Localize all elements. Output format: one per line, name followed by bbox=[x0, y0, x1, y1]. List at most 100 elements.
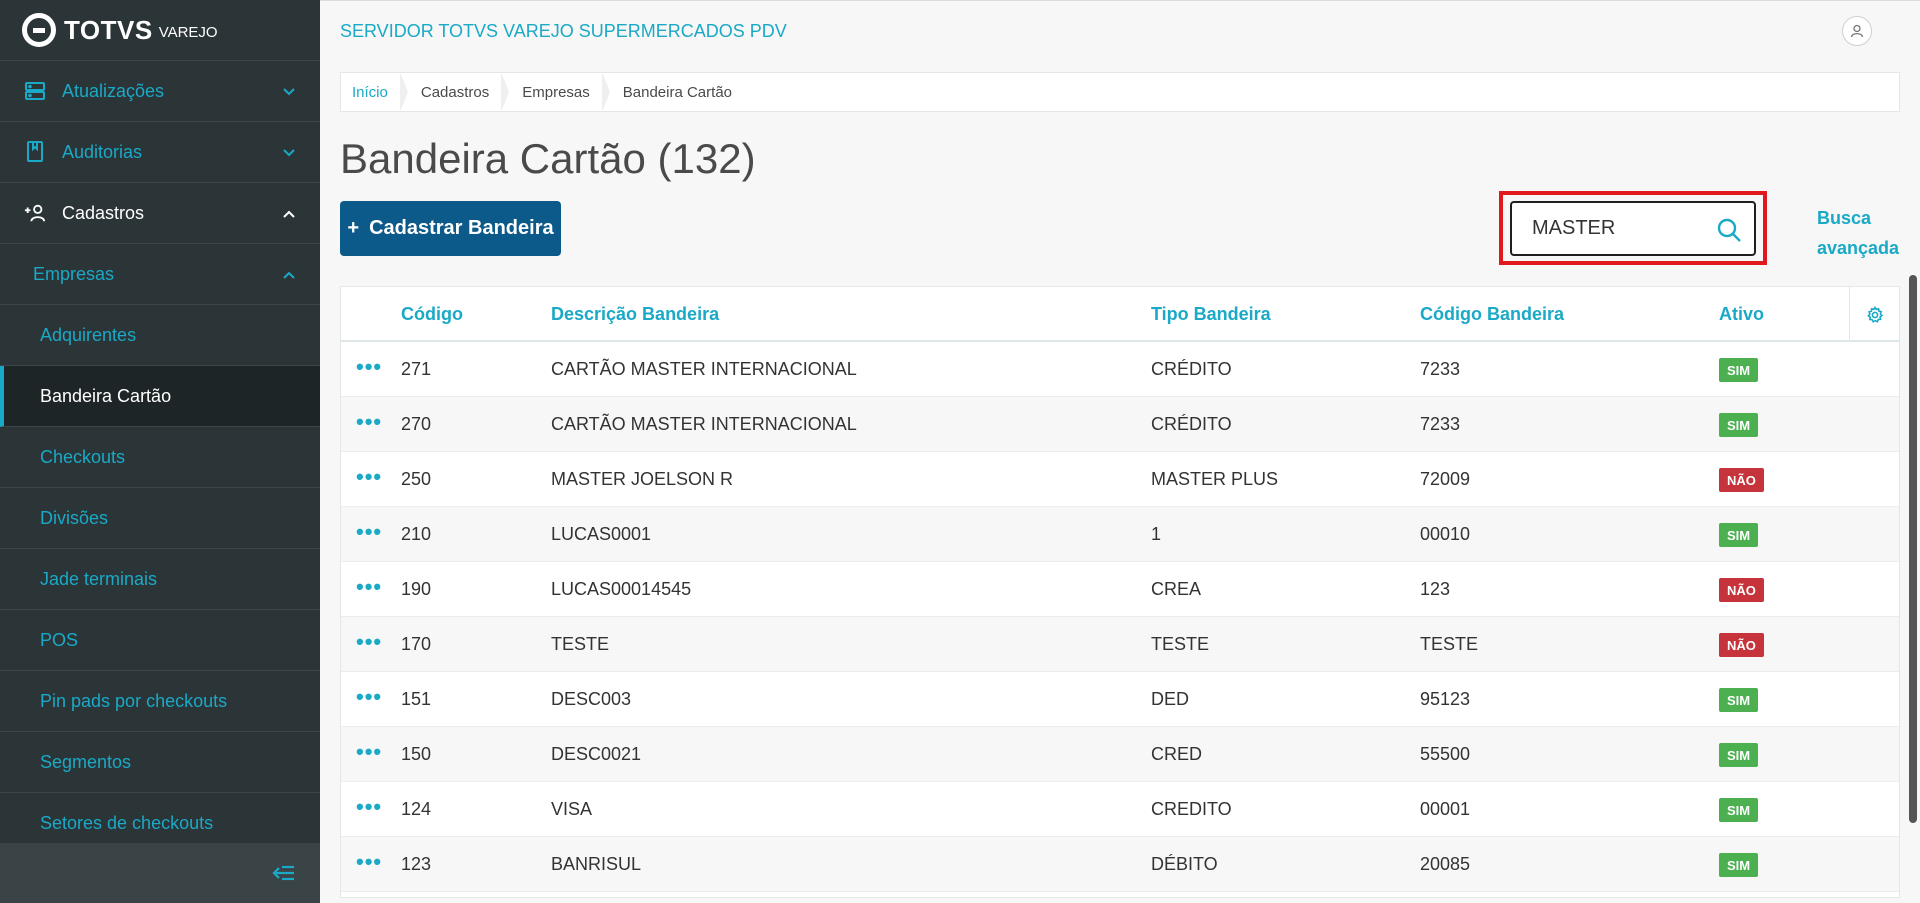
sidebar-item-bandeira-cartao[interactable]: Bandeira Cartão bbox=[0, 366, 320, 427]
server-icon bbox=[24, 80, 46, 102]
breadcrumb-cadastros: Cadastros bbox=[410, 72, 511, 112]
sidebar-item-atualizacoes[interactable]: Atualizações bbox=[0, 61, 320, 122]
column-header-codigo-bandeira[interactable]: Código Bandeira bbox=[1420, 304, 1564, 325]
breadcrumb-inicio[interactable]: Início bbox=[341, 72, 410, 112]
chevron-up-icon bbox=[283, 210, 295, 218]
sidebar-item-auditorias[interactable]: Auditorias bbox=[0, 122, 320, 183]
sidebar-item-cadastros[interactable]: Cadastros bbox=[0, 183, 320, 244]
row-actions-icon[interactable]: ••• bbox=[356, 519, 382, 545]
scrollbar[interactable] bbox=[1909, 275, 1917, 823]
table-row[interactable]: ••• 150 DESC0021 CRED 55500 SIM bbox=[341, 727, 1899, 782]
brand-sub: VAREJO bbox=[158, 23, 218, 41]
cell-codigo: 151 bbox=[401, 689, 432, 709]
cell-tipo: TESTE bbox=[1151, 634, 1210, 654]
search-input[interactable] bbox=[1532, 217, 1722, 240]
cell-tipo: DED bbox=[1151, 689, 1190, 709]
cell-descricao: VISA bbox=[551, 799, 593, 819]
table-settings-button[interactable] bbox=[1849, 287, 1899, 342]
sidebar-item-empresas[interactable]: Empresas bbox=[0, 244, 320, 305]
status-badge: SIM bbox=[1719, 413, 1759, 437]
totvs-logo-icon bbox=[22, 13, 56, 47]
sidebar-item-label: Checkouts bbox=[40, 446, 126, 467]
sidebar-item-label: Empresas bbox=[33, 263, 115, 284]
table-row[interactable]: ••• 151 DESC003 DED 95123 SIM bbox=[341, 672, 1899, 727]
table-row[interactable]: ••• 210 LUCAS0001 1 00010 SIM bbox=[341, 507, 1899, 562]
sidebar-footer bbox=[0, 843, 320, 903]
cell-codigo: 124 bbox=[401, 799, 432, 819]
row-actions-icon[interactable]: ••• bbox=[356, 739, 382, 765]
table-row[interactable]: ••• 271 CARTÃO MASTER INTERNACIONAL CRÉDITO… bbox=[341, 342, 1899, 397]
sidebar-item-label: Divisões bbox=[40, 507, 109, 528]
page-title: Bandeira Cartão (132) bbox=[340, 135, 756, 182]
row-actions-icon[interactable]: ••• bbox=[356, 464, 382, 490]
sidebar-item-label: POS bbox=[40, 629, 79, 650]
row-actions-icon[interactable]: ••• bbox=[356, 409, 382, 435]
row-actions-icon[interactable]: ••• bbox=[356, 354, 382, 380]
sidebar-item-label: Jade terminais bbox=[40, 568, 158, 589]
table-row[interactable]: ••• 270 CARTÃO MASTER INTERNACIONAL CRÉDITO… bbox=[341, 397, 1899, 452]
sidebar-item-label: Cadastros bbox=[62, 202, 145, 223]
logo: TOTVS VAREJO bbox=[0, 0, 320, 61]
sidebar: TOTVS VAREJO Atualizações Auditorias Cad… bbox=[0, 0, 320, 903]
row-actions-icon[interactable]: ••• bbox=[356, 794, 382, 820]
row-actions-icon[interactable]: ••• bbox=[356, 629, 382, 655]
add-user-icon bbox=[24, 202, 46, 224]
table-row[interactable]: ••• 123 BANRISUL DÉBITO 20085 SIM bbox=[341, 837, 1899, 892]
cell-codigo: 270 bbox=[401, 414, 432, 434]
sidebar-item-divisoes[interactable]: Divisões bbox=[0, 488, 320, 549]
cell-descricao: MASTER JOELSON R bbox=[551, 469, 734, 489]
sidebar-item-adquirentes[interactable]: Adquirentes bbox=[0, 305, 320, 366]
chevron-up-icon bbox=[283, 271, 295, 279]
row-actions-icon[interactable]: ••• bbox=[356, 574, 382, 600]
column-header-ativo[interactable]: Ativo bbox=[1719, 304, 1764, 325]
cell-codigo: 190 bbox=[401, 579, 432, 599]
cell-descricao: LUCAS0001 bbox=[551, 524, 652, 544]
sidebar-item-jade-terminais[interactable]: Jade terminais bbox=[0, 549, 320, 610]
collapse-menu-icon[interactable] bbox=[272, 861, 296, 885]
status-badge: SIM bbox=[1719, 853, 1759, 877]
cell-codigo: 271 bbox=[401, 359, 432, 379]
search-icon[interactable] bbox=[1716, 217, 1742, 243]
table-row[interactable]: ••• 250 MASTER JOELSON R MASTER PLUS 72009 NÃ… bbox=[341, 452, 1899, 507]
search-box bbox=[1510, 201, 1756, 256]
sidebar-item-label: Atualizações bbox=[62, 80, 165, 101]
cell-tipo: CREA bbox=[1151, 579, 1202, 599]
sidebar-item-pos[interactable]: POS bbox=[0, 610, 320, 671]
cell-descricao: CARTÃO MASTER INTERNACIONAL bbox=[551, 414, 857, 434]
add-bandeira-label: Cadastrar Bandeira bbox=[369, 217, 554, 239]
cell-tipo: MASTER PLUS bbox=[1151, 469, 1279, 489]
user-avatar[interactable] bbox=[1842, 16, 1872, 46]
cell-descricao: DESC003 bbox=[551, 689, 632, 709]
status-badge: NÃO bbox=[1719, 633, 1764, 657]
cell-codigo: 250 bbox=[401, 469, 432, 489]
table-row[interactable]: ••• 170 TESTE TESTE TESTE NÃO bbox=[341, 617, 1899, 672]
table-body: ••• 271 CARTÃO MASTER INTERNACIONAL CRÉDITO… bbox=[341, 342, 1899, 892]
add-bandeira-button[interactable]: + Cadastrar Bandeira bbox=[340, 201, 561, 256]
sidebar-item-segmentos[interactable]: Segmentos bbox=[0, 732, 320, 793]
status-badge: NÃO bbox=[1719, 578, 1764, 602]
cell-codigo-bandeira: 95123 bbox=[1420, 689, 1471, 709]
cell-codigo-bandeira: 20085 bbox=[1420, 854, 1471, 874]
cell-descricao: TESTE bbox=[551, 634, 610, 654]
status-badge: SIM bbox=[1719, 523, 1759, 547]
cell-descricao: CARTÃO MASTER INTERNACIONAL bbox=[551, 359, 857, 379]
row-actions-icon[interactable]: ••• bbox=[356, 849, 382, 875]
column-header-codigo[interactable]: Código bbox=[401, 304, 463, 325]
table-row[interactable]: ••• 190 LUCAS00014545 CREA 123 NÃO bbox=[341, 562, 1899, 617]
status-badge: SIM bbox=[1719, 688, 1759, 712]
column-header-descricao[interactable]: Descrição Bandeira bbox=[551, 304, 719, 325]
sidebar-item-pin-pads[interactable]: Pin pads por checkouts bbox=[0, 671, 320, 732]
book-icon bbox=[24, 141, 46, 163]
row-actions-icon[interactable]: ••• bbox=[356, 684, 382, 710]
status-badge: SIM bbox=[1719, 798, 1759, 822]
table-header: Código Descrição Bandeira Tipo Bandeira … bbox=[341, 287, 1899, 342]
sidebar-item-label: Pin pads por checkouts bbox=[40, 690, 228, 711]
column-header-tipo[interactable]: Tipo Bandeira bbox=[1151, 304, 1271, 325]
status-badge: SIM bbox=[1719, 743, 1759, 767]
topbar: SERVIDOR TOTVS VAREJO SUPERMERCADOS PDV bbox=[320, 0, 1920, 61]
chevron-down-icon bbox=[283, 88, 295, 96]
advanced-search-link[interactable]: Busca avançada bbox=[1817, 203, 1907, 263]
table-row[interactable]: ••• 124 VISA CREDITO 00001 SIM bbox=[341, 782, 1899, 837]
breadcrumb-bandeira-cartao: Bandeira Cartão bbox=[622, 83, 732, 101]
sidebar-item-checkouts[interactable]: Checkouts bbox=[0, 427, 320, 488]
